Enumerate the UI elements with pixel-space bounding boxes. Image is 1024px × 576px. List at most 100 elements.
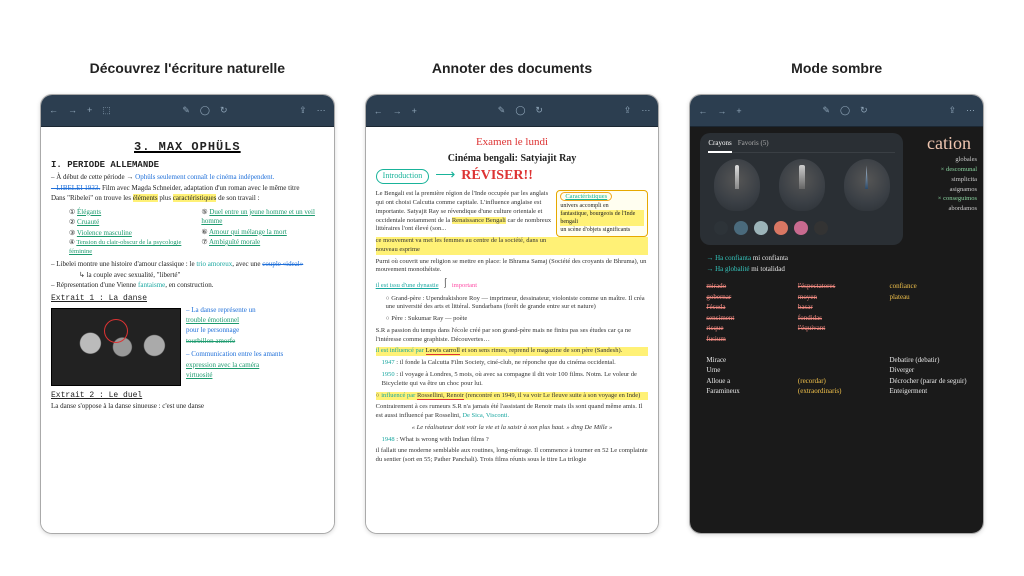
- share-icon[interactable]: ⇪: [624, 105, 632, 116]
- year: 1950: [382, 371, 395, 378]
- text: confiance: [889, 282, 967, 291]
- text: Urne: [706, 366, 784, 375]
- text: influencé par: [381, 392, 415, 399]
- pen-fountain[interactable]: [844, 159, 890, 211]
- text: Violence masculine: [77, 229, 132, 237]
- text: [889, 303, 967, 312]
- share-icon[interactable]: ⇪: [299, 105, 307, 116]
- fwd-icon[interactable]: →: [68, 105, 77, 116]
- more-icon[interactable]: ⋯: [641, 105, 650, 116]
- more-icon[interactable]: ⋯: [966, 105, 975, 116]
- text: l'équivant: [798, 324, 876, 333]
- text: [889, 324, 967, 333]
- text: fondidas: [798, 314, 876, 323]
- text: plateau: [889, 293, 967, 302]
- app-toolbar: ← → + ✎ ◯ ↻ ⇪ ⋯: [690, 95, 983, 127]
- text: Renaissance Bengali: [452, 217, 506, 224]
- text: Tension du clair-obscur de la psycologie…: [69, 239, 181, 255]
- text: il fonde la Calcutta Film Society, ciné-…: [400, 359, 616, 366]
- text: risque: [706, 324, 784, 333]
- more-icon[interactable]: ⋯: [317, 105, 326, 116]
- text: mirado: [706, 282, 784, 291]
- add-icon[interactable]: +: [412, 106, 417, 116]
- share-icon[interactable]: ⇪: [948, 105, 956, 116]
- add-icon[interactable]: +: [87, 105, 92, 116]
- back-icon[interactable]: ←: [698, 106, 707, 116]
- script-heading: cation: [907, 129, 977, 155]
- film-still-image: [51, 308, 181, 386]
- text: Cruauté: [77, 218, 99, 226]
- panel-annotate: Annoter des documents ←→+ ✎◯↻ ⇪⋯ Examen …: [365, 60, 660, 536]
- swatch[interactable]: [714, 221, 728, 235]
- label: Caractéristiques: [560, 192, 612, 201]
- pen-marker[interactable]: [714, 159, 760, 211]
- text: Dans "Ribelei" on trouve les: [51, 194, 131, 202]
- text: Ambiguïté morale: [209, 238, 260, 246]
- text: occidentale notamment de la: [376, 217, 451, 224]
- text: Mirace: [706, 356, 784, 365]
- text: il voyage à Londres, 5 mois, où avec sa …: [382, 371, 637, 387]
- text: [889, 335, 967, 344]
- text: Décrocher (parar de seguir): [889, 377, 967, 386]
- pen-icon[interactable]: ✎: [498, 105, 506, 116]
- text: mi confianta: [753, 254, 788, 262]
- text: S.R a passion du temps dans l'école créé…: [376, 327, 649, 345]
- text: univers accompli en: [560, 202, 644, 210]
- text: moyen: [798, 293, 876, 302]
- text: et son sens rimes, reprend le magazine d…: [462, 347, 623, 354]
- note-heading: 3. MAX OPHÜLS: [51, 139, 324, 155]
- reviser-annotation: RÉVISER!!: [461, 167, 533, 186]
- lasso-icon[interactable]: ◯: [200, 105, 210, 116]
- fwd-icon[interactable]: →: [717, 106, 726, 116]
- panel-title: Annoter des documents: [432, 60, 592, 76]
- side-wordlist: globales × descomunal simplicita asignam…: [907, 156, 977, 214]
- swatch[interactable]: [734, 221, 748, 235]
- text: il est issu d'une dynastie: [376, 282, 439, 289]
- tab-crayons[interactable]: Crayons: [708, 139, 731, 153]
- text: Enteigerment: [889, 387, 967, 396]
- pen-highlighter[interactable]: [779, 159, 825, 211]
- swatch[interactable]: [774, 221, 788, 235]
- add-icon[interactable]: +: [736, 106, 741, 116]
- undo-icon[interactable]: ↻: [220, 105, 228, 116]
- text: asignamos: [907, 186, 977, 195]
- undo-icon[interactable]: ↻: [535, 105, 543, 116]
- text: Lewis carroll: [426, 347, 460, 355]
- shape-icon[interactable]: ⬚: [102, 105, 111, 116]
- panel-title: Mode sombre: [791, 60, 882, 76]
- device-frame: ←→+ ✎◯↻ ⇪⋯ Examen le lundi Cinéma bengal…: [365, 94, 660, 534]
- swatch[interactable]: [754, 221, 768, 235]
- extract-heading: Extrait 1 : La danse: [51, 294, 324, 305]
- text: De Sica, Visconti.: [462, 412, 509, 419]
- text: – LIBELEI 1933.: [51, 184, 100, 192]
- note-page: 3. MAX OPHÜLS I. PERIODE ALLEMANDE – À d…: [41, 127, 334, 533]
- quote: « Le réalisateur doit voir la vie et la …: [376, 424, 649, 433]
- pen-icon[interactable]: ✎: [822, 105, 830, 116]
- text: Élégants: [77, 208, 101, 216]
- back-icon[interactable]: ←: [374, 106, 383, 116]
- tab-favoris[interactable]: Favoris (5): [738, 139, 769, 148]
- text: What is wrong with Indian films ?: [400, 436, 489, 443]
- text: [798, 366, 876, 375]
- text: × conseguimos: [907, 195, 977, 204]
- undo-icon[interactable]: ↻: [860, 105, 868, 116]
- text: Amour qui mélange la mort: [209, 228, 287, 236]
- text: – Libelei montre une histoire d'amour cl…: [51, 260, 195, 268]
- text: l'éspectatores: [798, 282, 876, 291]
- pen-icon[interactable]: ✎: [182, 105, 190, 116]
- text: mi totalidad: [751, 265, 785, 273]
- lasso-icon[interactable]: ◯: [515, 105, 525, 116]
- text: caractéristiques: [173, 194, 217, 202]
- swatch[interactable]: [814, 221, 828, 235]
- app-toolbar: ← → + ✎ ◯ ↻ ⇪ ⋯: [366, 95, 659, 127]
- text: un scène d'objets significants: [560, 226, 644, 234]
- back-icon[interactable]: ←: [49, 105, 58, 116]
- panel-title: Découvrez l'écriture naturelle: [90, 60, 286, 76]
- swatch[interactable]: [794, 221, 808, 235]
- eraser-icon[interactable]: ◯: [840, 105, 850, 116]
- text: sensiment: [706, 314, 784, 323]
- text: Duel entre un jeune homme et un veil hom…: [201, 208, 315, 225]
- text: fantastique, bourgeois de l'Inde bengali: [560, 210, 644, 226]
- text: plus: [159, 194, 171, 202]
- fwd-icon[interactable]: →: [393, 106, 402, 116]
